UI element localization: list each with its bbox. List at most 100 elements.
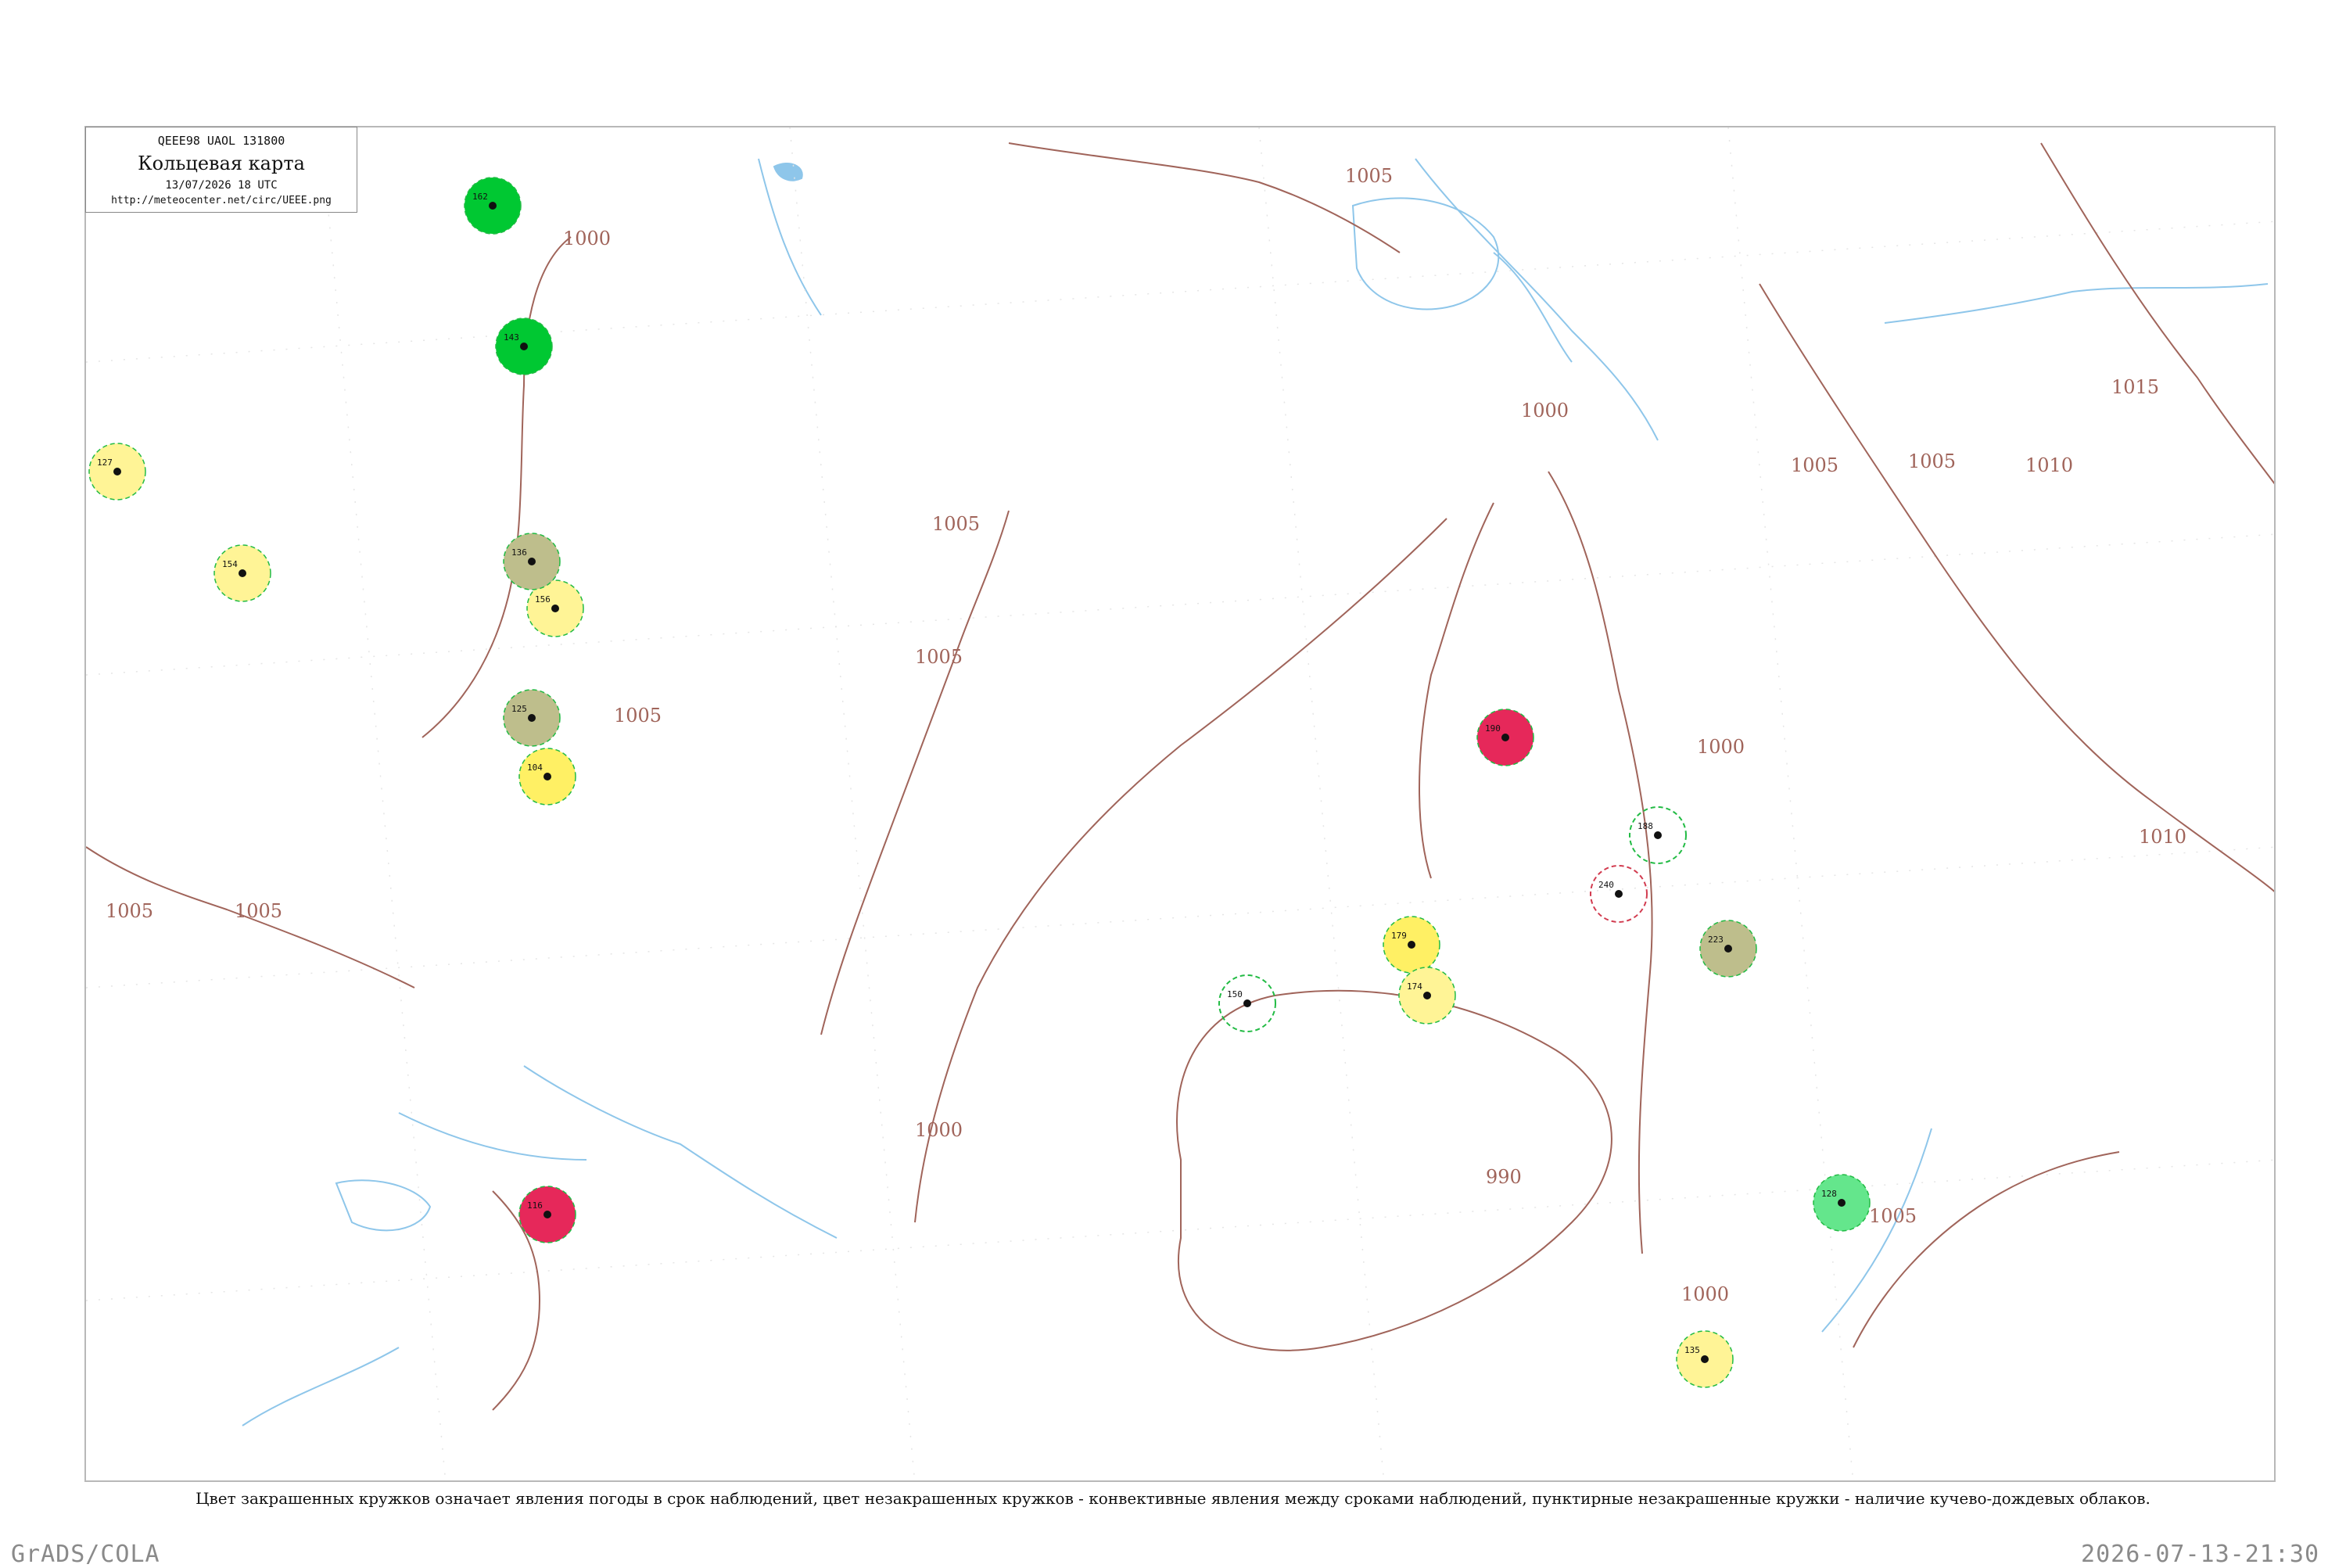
station-marker xyxy=(528,558,536,565)
isobar-label: 1005 xyxy=(915,646,963,668)
station-marker xyxy=(1243,999,1251,1007)
isobar-1000-west xyxy=(421,236,572,738)
isobar-1010-east xyxy=(1759,283,2274,892)
isobar-1015-ne xyxy=(2040,142,2274,485)
isobar-1000-center xyxy=(914,518,1447,1223)
station-marker xyxy=(1701,1355,1709,1363)
river xyxy=(242,1347,400,1426)
isobar-label: 1010 xyxy=(2139,826,2186,848)
river xyxy=(1884,283,2269,324)
isobar-label: 1005 xyxy=(932,513,980,535)
station-value: 116 xyxy=(527,1200,543,1211)
station-plot: 116 xyxy=(518,1186,576,1243)
station-value: 162 xyxy=(472,192,488,202)
station-value: 223 xyxy=(1708,935,1724,945)
station-marker xyxy=(1615,890,1623,898)
isobar-1005-east xyxy=(1548,471,1653,1254)
station-value: 128 xyxy=(1821,1189,1837,1199)
station-value: 190 xyxy=(1485,723,1501,734)
isobar-label: 1015 xyxy=(2111,376,2159,398)
station-value: 125 xyxy=(511,704,527,714)
station-plot: 162 xyxy=(464,177,522,235)
station-plot: 136 xyxy=(503,533,561,590)
isobar-label: 1005 xyxy=(1908,450,1956,472)
station-marker xyxy=(489,202,497,210)
isobar-label: 1000 xyxy=(1697,736,1745,758)
station-marker xyxy=(239,569,246,577)
station-plot: 179 xyxy=(1383,916,1440,974)
isobar-label: 1005 xyxy=(235,900,282,922)
station-marker xyxy=(113,468,121,475)
isobar-label: 1000 xyxy=(1521,400,1569,422)
station-marker xyxy=(520,343,528,350)
station-marker xyxy=(543,773,551,780)
station-plot: 150 xyxy=(1218,974,1276,1032)
station-value: 135 xyxy=(1684,1345,1700,1355)
map-url: http://meteocenter.net/circ/UEEE.png xyxy=(111,195,332,206)
station-marker xyxy=(551,605,559,612)
station-value: 179 xyxy=(1391,931,1407,941)
station-plot: 128 xyxy=(1813,1174,1871,1232)
isobar-label: 1000 xyxy=(1681,1283,1729,1305)
station-marker xyxy=(543,1211,551,1218)
synoptic-map: 1005 1000 1005 1005 1000 1005 1005 1000 … xyxy=(84,126,2276,1482)
lake xyxy=(773,163,803,181)
station-plot: 223 xyxy=(1699,920,1757,978)
isobar-label: 1005 xyxy=(1345,165,1393,187)
station-plot: 127 xyxy=(88,443,146,501)
station-value: 127 xyxy=(97,457,113,468)
station-value: 136 xyxy=(511,547,527,558)
isobar-label: 1010 xyxy=(2025,454,2073,476)
river xyxy=(1493,252,1573,363)
station-plot: 174 xyxy=(1398,967,1456,1024)
station-marker xyxy=(1654,831,1662,839)
station-value: 143 xyxy=(504,332,519,343)
station-marker xyxy=(1501,734,1509,741)
station-value: 240 xyxy=(1598,880,1614,890)
isobar-990-loop xyxy=(1176,989,1612,1351)
isobar-labels: 1005 1000 1005 1005 1000 1005 1005 1000 … xyxy=(106,165,2186,1305)
station-plot: 240 xyxy=(1590,865,1648,923)
river xyxy=(1415,158,1659,441)
lake xyxy=(335,1179,432,1232)
station-marker xyxy=(1724,945,1732,953)
lake xyxy=(1351,197,1500,310)
station-plot: 125 xyxy=(503,689,561,747)
station-value: 154 xyxy=(222,559,238,569)
map-canvas: 1005 1000 1005 1005 1000 1005 1005 1000 … xyxy=(86,127,2274,1480)
station-value: 104 xyxy=(527,762,543,773)
station-plot: 104 xyxy=(518,748,576,806)
station-marker xyxy=(1423,992,1431,999)
station-marker xyxy=(528,714,536,722)
isobars xyxy=(86,142,2274,1411)
isobar-label: 1000 xyxy=(915,1119,963,1141)
isobar-1005-center xyxy=(820,510,1010,1035)
isobar-label: 1005 xyxy=(1869,1205,1917,1227)
isobar-label: 990 xyxy=(1486,1166,1522,1188)
map-datetime: 13/07/2026 18 UTC xyxy=(165,179,278,192)
station-plot: 143 xyxy=(495,318,553,375)
station-plot: 135 xyxy=(1676,1330,1734,1388)
isobar-label: 1005 xyxy=(614,705,662,727)
isobar-1005-north xyxy=(1008,142,1401,253)
station-value: 156 xyxy=(535,594,551,605)
station-marker xyxy=(1408,941,1415,949)
river xyxy=(398,1112,587,1161)
isobar-label: 1005 xyxy=(106,900,153,922)
bulletin-code: QEEE98 UAOL 131800 xyxy=(157,134,285,148)
river xyxy=(758,158,822,316)
station-plot: 190 xyxy=(1476,709,1534,766)
map-title-box: QEEE98 UAOL 131800 Кольцевая карта 13/07… xyxy=(85,127,357,213)
station-value: 188 xyxy=(1638,821,1653,831)
map-title: Кольцевая карта xyxy=(138,152,305,174)
station-value: 174 xyxy=(1407,981,1422,992)
isobar-1005-southeast xyxy=(1853,1151,2120,1348)
station-plot: 188 xyxy=(1629,806,1687,864)
station-plots: 162 143 154 127 156 136 125 104 116 190 179 174 223 1… xyxy=(88,177,1871,1388)
map-caption: Цвет закрашенных кружков означает явлени… xyxy=(196,1489,2150,1508)
isobar-1000-east xyxy=(1419,502,1494,879)
station-marker xyxy=(1838,1199,1846,1207)
station-plot: 154 xyxy=(213,544,271,602)
dotted-grid xyxy=(86,127,2274,1480)
station-value: 150 xyxy=(1227,989,1243,999)
